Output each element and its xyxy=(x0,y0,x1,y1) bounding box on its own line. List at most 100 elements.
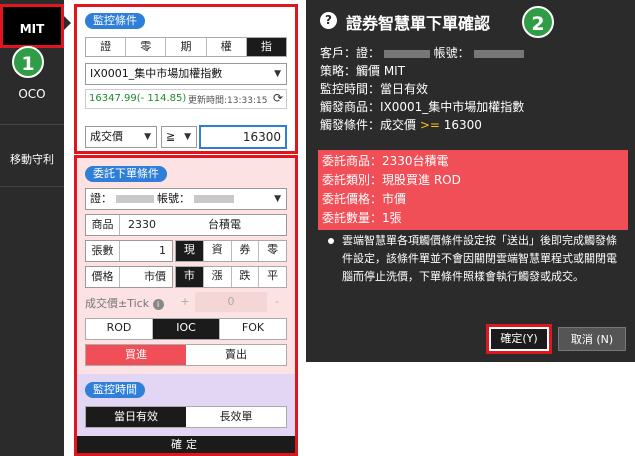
chevron-down-icon: ▼ xyxy=(274,194,281,204)
validity-today-tab[interactable]: 當日有效 xyxy=(86,407,186,427)
price-type-tab[interactable]: 市 xyxy=(176,267,204,287)
trigger-product-select[interactable]: IX0001_集中市場加權指數 ▼ xyxy=(85,63,287,85)
qty-value: 1 xyxy=(159,244,166,257)
order-section-header: 委託下單條件 xyxy=(85,166,167,182)
trigger-condition-line: 觸發條件：成交價 >= 16300 xyxy=(320,116,524,134)
price-type-tab[interactable]: 跌 xyxy=(231,267,260,287)
step-badge-2: 2 xyxy=(522,6,554,38)
instrument-tab[interactable]: 權 xyxy=(206,38,247,56)
nav-item-trailing-stop[interactable]: 移動守利 xyxy=(0,150,64,170)
dialog-note: 雲端智慧單各項觸價條件設定按「送出」後即完成觸發條件設定，該條件單並不會因關閉雲… xyxy=(342,234,617,283)
instrument-tab[interactable]: 期 xyxy=(166,38,207,56)
masked-value xyxy=(473,49,524,58)
operator-value: ≧ xyxy=(166,130,176,143)
tick-label: 成交價±Tick i xyxy=(85,295,164,311)
masked-value xyxy=(383,49,430,58)
time-in-force-tab[interactable]: FOK xyxy=(220,319,286,339)
validity-tabs: 當日有效 長效單 xyxy=(85,406,287,428)
confirm-dialog: ? 證券智慧單下單確認 客戶：證： 帳號： 策略：觸價 MIT 監控時間：當日有… xyxy=(306,0,635,362)
time-in-force-tab[interactable]: ROD xyxy=(86,319,153,339)
order-form: 監控條件 證零期權指 IX0001_集中市場加權指數 ▼ 16347.99(- … xyxy=(74,4,298,456)
order-qty-line: 委託數量：1張 xyxy=(322,211,402,225)
dialog-title: 證券智慧單下單確認 xyxy=(346,14,491,33)
trigger-product-value: IX0001_集中市場加權指數 xyxy=(90,67,223,80)
monitor-time-section: 監控時間 當日有效 長效單 xyxy=(77,374,295,436)
trade-type-tabs: 現資券零 xyxy=(175,240,287,262)
cancel-button[interactable]: 取消 (N) xyxy=(558,327,626,351)
time-in-force-tab[interactable]: IOC xyxy=(153,319,220,339)
tick-stepper: + 0 - xyxy=(175,292,287,312)
tick-value[interactable]: 0 xyxy=(195,292,267,312)
order-type-line: 委託類別：現股買進 ROD xyxy=(322,173,461,187)
tick-label-text: 成交價±Tick xyxy=(85,297,150,310)
chevron-down-icon: ▼ xyxy=(184,132,191,142)
product-label: 商品 xyxy=(86,215,120,235)
trigger-cond-value: 16300 xyxy=(439,118,482,132)
monitor-section-header: 監控條件 xyxy=(85,13,145,29)
confirm-bar-button[interactable]: 確定 xyxy=(77,436,295,453)
customer-label: 客戶：證： xyxy=(320,46,381,60)
update-time: 更新時間:13:33:15 xyxy=(188,96,268,106)
trade-type-tab[interactable]: 零 xyxy=(259,241,286,261)
customer-line: 客戶：證： 帳號： xyxy=(320,44,524,62)
nav-divider xyxy=(0,124,64,125)
account-label: 帳號： xyxy=(433,46,470,60)
question-icon: ? xyxy=(320,12,337,29)
ok-button[interactable]: 確定(Y) xyxy=(491,329,547,349)
trade-type-tab[interactable]: 現 xyxy=(176,241,204,261)
time-in-force-tabs: ROD IOC FOK xyxy=(85,318,287,340)
trigger-cond-operator: >= xyxy=(419,118,440,132)
tick-plus-button[interactable]: + xyxy=(175,292,195,312)
instrument-tab[interactable]: 指 xyxy=(246,38,287,56)
order-section: 委託下單條件 證： 帳號： ▼ 商品 2330 台積電 張數 1 現資券零 價格… xyxy=(74,155,298,456)
price-field-value: 成交價 xyxy=(90,130,123,143)
buy-tab[interactable]: 買進 xyxy=(86,345,186,365)
trade-type-tab[interactable]: 券 xyxy=(231,241,260,261)
instrument-tabs: 證零期權指 xyxy=(85,37,287,57)
tick-minus-button[interactable]: - xyxy=(267,292,287,312)
instrument-tab[interactable]: 零 xyxy=(126,38,167,56)
price-label: 價格 xyxy=(86,267,120,287)
nav-item-mit[interactable]: MIT xyxy=(0,4,64,48)
price-input[interactable]: 價格 市價 xyxy=(85,266,173,288)
side-tabs: 買進 賣出 xyxy=(85,344,287,366)
chevron-down-icon: ▼ xyxy=(274,69,281,79)
info-icon[interactable]: i xyxy=(152,298,164,310)
qty-label: 張數 xyxy=(86,241,120,261)
trigger-value-text: 16300 xyxy=(242,130,281,144)
trade-type-tab[interactable]: 資 xyxy=(203,241,232,261)
price-type-tab[interactable]: 漲 xyxy=(203,267,232,287)
trigger-cond-prefix: 觸發條件：成交價 xyxy=(320,118,420,132)
refresh-icon[interactable]: ⟳ xyxy=(273,91,283,105)
price-field-select[interactable]: 成交價 ▼ xyxy=(85,126,157,148)
operator-select[interactable]: ≧ ▼ xyxy=(161,126,197,148)
order-price-line: 委託價格：市價 xyxy=(322,192,407,206)
nav-divider xyxy=(0,186,64,187)
account-label: 帳號： xyxy=(157,192,190,205)
validity-long-tab[interactable]: 長效單 xyxy=(186,407,286,427)
nav-item-oco[interactable]: OCO xyxy=(0,84,64,104)
order-summary-box: 委託商品：2330台積電 委託類別：現股買進 ROD 委託價格：市價 委託數量：… xyxy=(318,150,628,230)
price-type-tabs: 市漲跌平 xyxy=(175,266,287,288)
masked-value xyxy=(193,195,234,203)
instrument-tab[interactable]: 證 xyxy=(86,38,127,56)
strategy-line: 策略：觸價 MIT xyxy=(320,64,406,78)
monitor-time-line: 監控時間：當日有效 xyxy=(320,82,429,96)
account-select[interactable]: 證： 帳號： ▼ xyxy=(85,188,287,210)
qty-input[interactable]: 張數 1 xyxy=(85,240,173,262)
account-prefix: 證： xyxy=(90,192,112,205)
trigger-value-input[interactable]: 16300 xyxy=(199,125,287,149)
price-value: 市價 xyxy=(144,270,166,283)
monitor-section: 監控條件 證零期權指 IX0001_集中市場加權指數 ▼ 16347.99(- … xyxy=(74,4,298,154)
product-code[interactable]: 2330 xyxy=(128,215,156,235)
quote-text: 16347.99(- 114.85) xyxy=(89,93,187,104)
monitor-time-header: 監控時間 xyxy=(85,382,145,398)
masked-value xyxy=(115,195,154,203)
ok-button-frame: 確定(Y) xyxy=(486,324,552,354)
dialog-summary: 客戶：證： 帳號： 策略：觸價 MIT 監控時間：當日有效 觸發商品：IX000… xyxy=(320,44,524,134)
active-nav-pointer xyxy=(64,16,71,30)
product-name: 台積電 xyxy=(208,218,241,231)
price-type-tab[interactable]: 平 xyxy=(259,267,286,287)
step-badge-1: 1 xyxy=(12,46,44,78)
sell-tab[interactable]: 賣出 xyxy=(186,345,286,365)
